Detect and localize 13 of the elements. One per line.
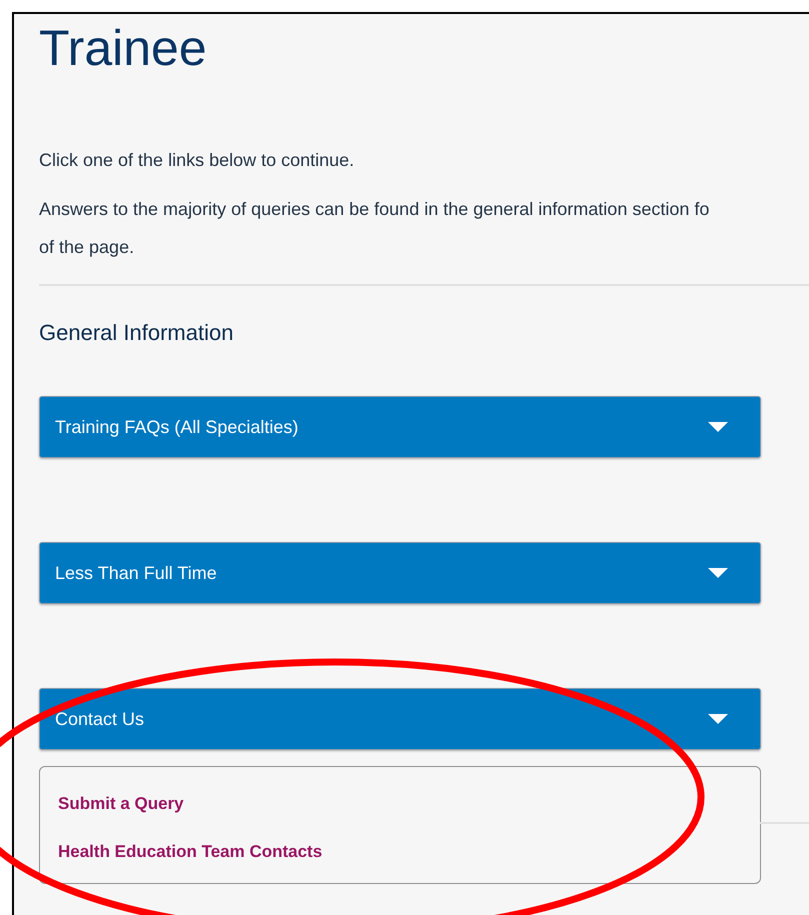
caret-icon xyxy=(708,567,728,579)
intro-text: Click one of the links below to continue. xyxy=(39,149,356,172)
info-text: Answers to the majority of queries can be found in the general information section fo xyxy=(39,198,710,221)
accordion-header[interactable]: Contact Us xyxy=(39,688,761,750)
section-heading: General Information xyxy=(39,319,234,347)
accordion-header[interactable]: Training FAQs (All Specialties) xyxy=(39,396,761,458)
accordion-header[interactable]: Less Than Full Time xyxy=(39,542,761,604)
panel-link[interactable]: Submit a Query xyxy=(58,793,742,815)
caret-icon xyxy=(708,713,728,725)
page-title: Trainee xyxy=(39,19,208,78)
panel-link[interactable]: Health Education Team Contacts xyxy=(58,841,742,863)
caret-icon xyxy=(708,421,728,433)
info-text: of the page. xyxy=(39,236,136,259)
